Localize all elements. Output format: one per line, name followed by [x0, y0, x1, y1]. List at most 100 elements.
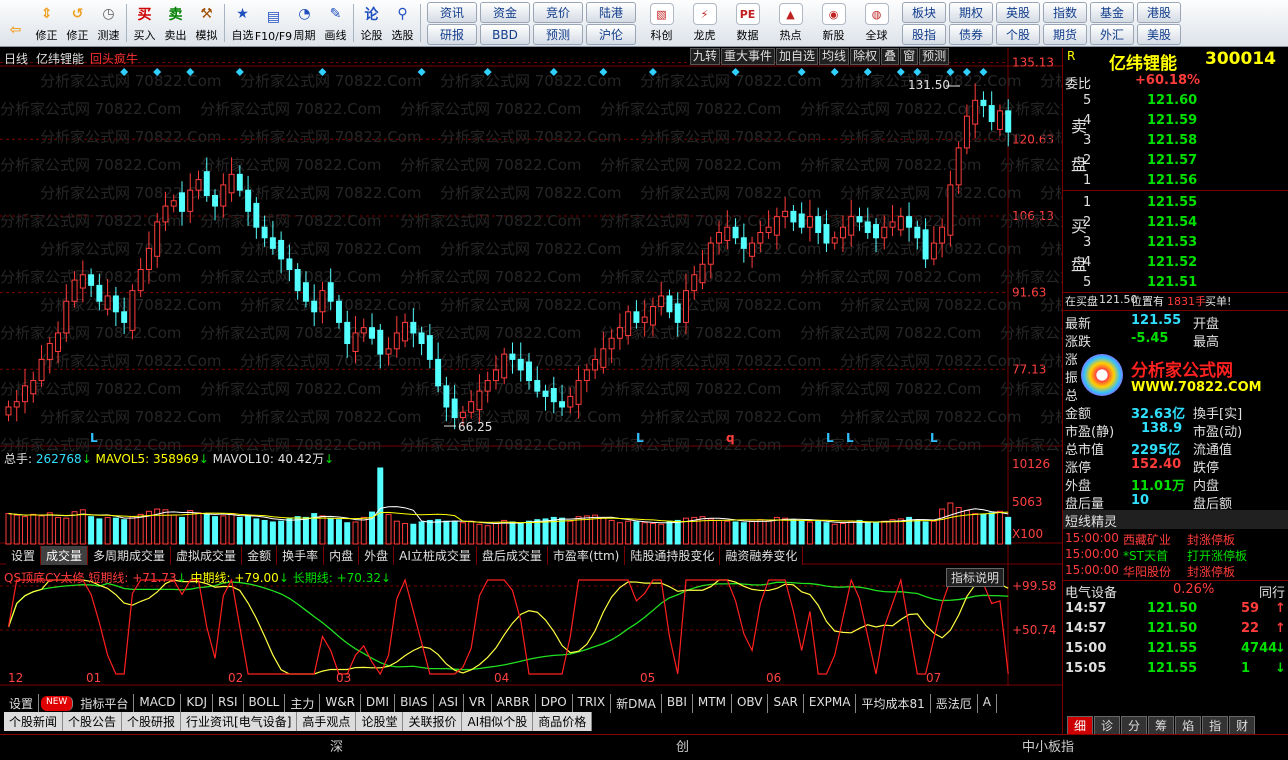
- info-button[interactable]: 资讯: [427, 2, 477, 23]
- panel-tab[interactable]: 焰: [1175, 716, 1202, 734]
- indicator-button[interactable]: MACD: [134, 694, 182, 713]
- chart-top-button[interactable]: 加自选: [776, 48, 819, 65]
- dragon-button[interactable]: ⚡ 龙虎: [683, 0, 726, 46]
- indicator-button[interactable]: W&R: [320, 694, 361, 713]
- sell-level[interactable]: 5 121.60: [1063, 92, 1288, 111]
- back-button[interactable]: ⇦: [0, 0, 31, 46]
- forum-button[interactable]: 论论股: [356, 0, 387, 46]
- news-tab[interactable]: 关联报价: [403, 712, 463, 731]
- buy-level[interactable]: 1 121.55: [1063, 194, 1288, 213]
- chart-top-button[interactable]: 预测: [919, 48, 950, 65]
- indicator-button[interactable]: SAR: [768, 694, 804, 713]
- indicator-button[interactable]: 指标平台: [75, 694, 135, 713]
- info-button[interactable]: 沪伦: [586, 24, 636, 45]
- info-button[interactable]: BBD: [480, 24, 530, 45]
- info-button[interactable]: 预测: [533, 24, 583, 45]
- sell-level[interactable]: 1 121.56: [1063, 172, 1288, 191]
- indicator-button[interactable]: BBI: [661, 694, 693, 713]
- buy-level[interactable]: 2 121.54: [1063, 214, 1288, 233]
- buy-level[interactable]: 3 121.53: [1063, 234, 1288, 253]
- favorite-button[interactable]: ★ 自选: [227, 0, 258, 46]
- indicator-tab[interactable]: 融资融券变化: [720, 546, 804, 565]
- indicator-button[interactable]: BIAS: [395, 694, 434, 713]
- chart-top-button[interactable]: 重大事件: [721, 48, 776, 65]
- indicator-tab[interactable]: 陆股通持股变化: [625, 546, 721, 565]
- info-button[interactable]: 资金: [480, 2, 530, 23]
- f10-button[interactable]: ▤ F10/F9: [255, 0, 292, 46]
- ipo-button[interactable]: ◉ 新股: [812, 0, 855, 46]
- info-button[interactable]: 研报: [427, 24, 477, 45]
- elf-row[interactable]: 15:00:00 华阳股份 封涨停板: [1063, 562, 1288, 581]
- status-zxb[interactable]: 中小板指: [1022, 736, 1074, 755]
- indicator-button[interactable]: 主力: [285, 694, 321, 713]
- buy-button[interactable]: 买买入: [129, 0, 160, 46]
- indicator-button[interactable]: 平均成本81: [856, 694, 931, 713]
- sell-level[interactable]: 4 121.59: [1063, 112, 1288, 131]
- panel-tab[interactable]: 诊: [1094, 716, 1121, 734]
- chart-top-button[interactable]: 窗: [900, 48, 919, 65]
- data-button[interactable]: PE 数据: [726, 0, 769, 46]
- indicator-button[interactable]: MTM: [692, 694, 732, 713]
- indicator-button[interactable]: DPO: [535, 694, 573, 713]
- indicator-tab[interactable]: 内盘: [324, 546, 360, 565]
- market-button[interactable]: 个股: [996, 24, 1040, 45]
- test-button[interactable]: ◷ 测速: [93, 0, 124, 46]
- market-button[interactable]: 债券: [949, 24, 993, 45]
- buy-level[interactable]: 4 121.52: [1063, 254, 1288, 273]
- indicator-help-button[interactable]: 指标说明: [946, 568, 1005, 587]
- news-tab[interactable]: 个股研报: [122, 712, 182, 731]
- indicator-button[interactable]: A: [977, 694, 997, 713]
- news-tab[interactable]: AI相似个股: [462, 712, 534, 731]
- indicator-tab[interactable]: 外盘: [359, 546, 395, 565]
- chart-top-button[interactable]: 叠: [881, 48, 900, 65]
- panel-tab[interactable]: 指: [1202, 716, 1229, 734]
- indicator-button[interactable]: OBV: [731, 694, 769, 713]
- market-button[interactable]: 基金: [1090, 2, 1134, 23]
- formula-tag[interactable]: 回头疯牛: [90, 50, 138, 67]
- indicator-tab[interactable]: 设置: [6, 546, 42, 565]
- chart-top-button[interactable]: 九转: [690, 48, 721, 65]
- chart-top-button[interactable]: 除权: [850, 48, 881, 65]
- indicator-tab[interactable]: 多周期成交量: [88, 546, 172, 565]
- status-cy[interactable]: 创: [676, 736, 689, 755]
- indicator-button[interactable]: EXPMA: [803, 694, 857, 713]
- news-tab[interactable]: 商品价格: [533, 712, 593, 731]
- news-tab[interactable]: 高手观点: [297, 712, 357, 731]
- indicator-tab[interactable]: 盘后成交量: [476, 546, 548, 565]
- period-button[interactable]: ◔ 周期: [289, 0, 320, 46]
- chart-top-button[interactable]: 均线: [819, 48, 850, 65]
- hot-button[interactable]: ▲ 热点: [769, 0, 812, 46]
- news-tab[interactable]: 个股新闻: [4, 712, 64, 731]
- indicator-button[interactable]: 恶法厄: [930, 694, 978, 713]
- indicator-button[interactable]: ARBR: [491, 694, 536, 713]
- panel-tab[interactable]: 财: [1229, 716, 1256, 734]
- market-button[interactable]: 股指: [902, 24, 946, 45]
- indicator-button[interactable]: 设置: [4, 694, 40, 713]
- buy-level[interactable]: 5 121.51: [1063, 274, 1288, 293]
- panel-tab[interactable]: 分: [1121, 716, 1148, 734]
- market-button[interactable]: 英股: [996, 2, 1040, 23]
- indicator-tab[interactable]: AI立桩成交量: [394, 546, 477, 565]
- panel-tab[interactable]: 筹: [1148, 716, 1175, 734]
- period-label[interactable]: 日线: [4, 50, 28, 67]
- indicator-tab[interactable]: 虚拟成交量: [171, 546, 243, 565]
- indicator-button[interactable]: KDJ: [181, 694, 213, 713]
- simulate-button[interactable]: ⚒ 模拟: [191, 0, 222, 46]
- news-tab[interactable]: 论股堂: [356, 712, 404, 731]
- pick-button[interactable]: ⚲ 选股: [387, 0, 418, 46]
- market-button[interactable]: 港股: [1137, 2, 1181, 23]
- elf-header[interactable]: 短线精灵: [1063, 510, 1288, 530]
- indicator-tab[interactable]: 金额: [242, 546, 278, 565]
- news-tab[interactable]: 行业资讯[电气设备]: [181, 712, 298, 731]
- market-button[interactable]: 期权: [949, 2, 993, 23]
- chart-svg[interactable]: 135.13120.63106.1391.6377.13分析家公式网 70822…: [0, 48, 1062, 734]
- indicator-tab[interactable]: 换手率: [277, 546, 325, 565]
- indicator-tab[interactable]: 市盈率(ttm): [547, 546, 626, 565]
- kline-chart-area[interactable]: 135.13 120.63 106.13 91.63 77.13 分析家公式网 70822…: [0, 48, 1062, 734]
- market-button[interactable]: 指数: [1043, 2, 1087, 23]
- sector-row[interactable]: 电气设备 0.26% 同行: [1063, 580, 1288, 601]
- tech-button[interactable]: ▧ 科创: [640, 0, 683, 46]
- global-button[interactable]: ◍ 全球: [855, 0, 898, 46]
- status-sz[interactable]: 深: [330, 736, 343, 755]
- sell-level[interactable]: 3 121.58: [1063, 132, 1288, 151]
